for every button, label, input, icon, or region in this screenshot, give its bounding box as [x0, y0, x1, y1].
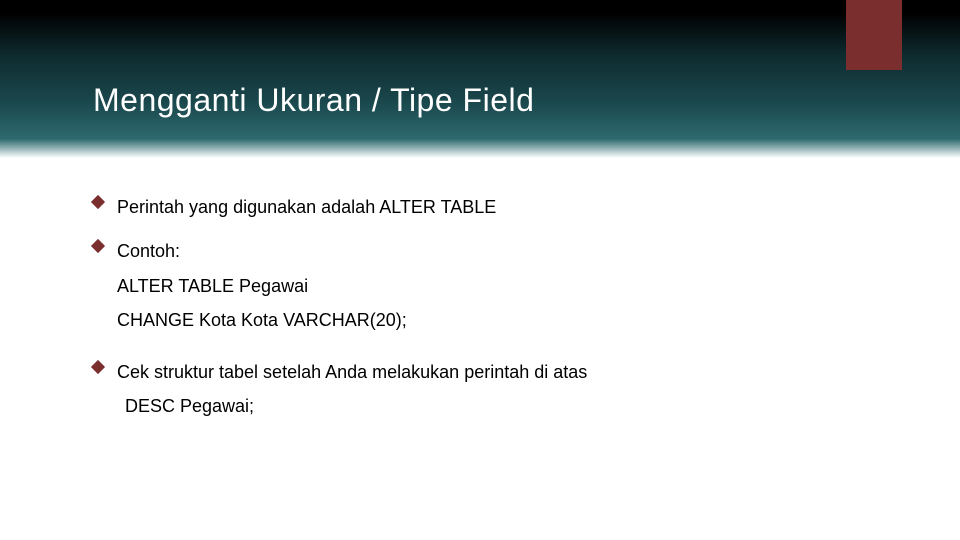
diamond-icon — [93, 362, 105, 374]
bullet-text: Cek struktur tabel setelah Anda melakuka… — [117, 360, 587, 384]
slide-body: Perintah yang digunakan adalah ALTER TAB… — [93, 195, 900, 429]
diamond-icon — [93, 241, 105, 253]
code-line: ALTER TABLE Pegawai — [117, 274, 900, 298]
code-line: DESC Pegawai; — [125, 394, 900, 418]
header-band — [0, 0, 960, 158]
code-line: CHANGE Kota Kota VARCHAR(20); — [117, 308, 900, 332]
diamond-icon — [93, 197, 105, 209]
bullet-item: Perintah yang digunakan adalah ALTER TAB… — [93, 195, 900, 219]
bullet-text: Perintah yang digunakan adalah ALTER TAB… — [117, 195, 496, 219]
bullet-text: Contoh: — [117, 239, 180, 263]
slide-title: Mengganti Ukuran / Tipe Field — [93, 82, 534, 119]
slide: Mengganti Ukuran / Tipe Field Perintah y… — [0, 0, 960, 540]
accent-tab — [846, 0, 902, 70]
bullet-item: Cek struktur tabel setelah Anda melakuka… — [93, 360, 900, 384]
bullet-item: Contoh: — [93, 239, 900, 263]
